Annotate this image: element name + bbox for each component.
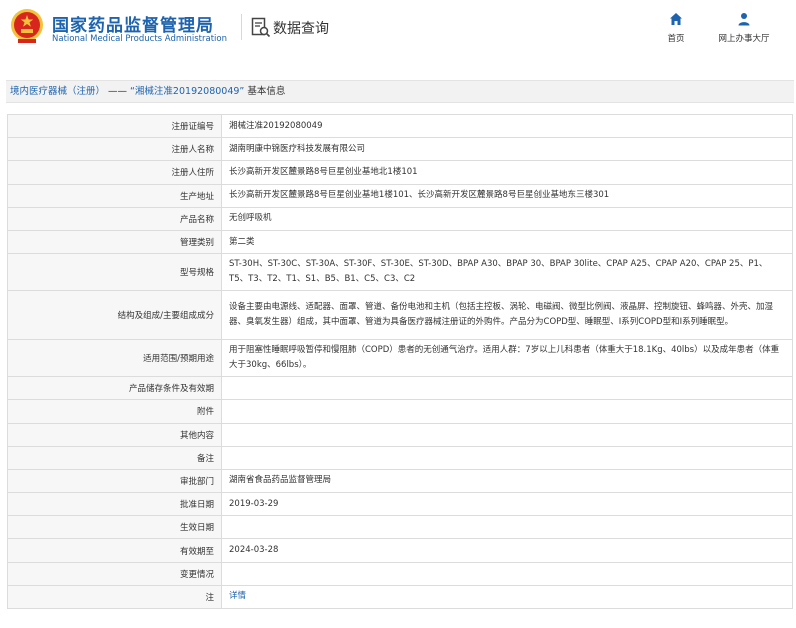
breadcrumb: 境内医疗器械（注册） —— “湘械注准20192080049” 基本信息: [6, 80, 794, 103]
field-label: 附件: [7, 399, 222, 424]
table-row: 生效日期: [7, 515, 793, 540]
field-value: 第二类: [221, 229, 793, 255]
home-icon: [670, 13, 682, 25]
field-value: [221, 399, 793, 424]
table-row: 结构及组成/主要组成成分 设备主要由电源线、适配器、面罩、管道、备份电池和主机（包…: [7, 290, 793, 341]
table-row: 注册证编号 湘械注准20192080049: [7, 113, 793, 139]
field-value: 设备主要由电源线、适配器、面罩、管道、备份电池和主机（包括主控板、涡轮、电磁阀、…: [221, 290, 793, 341]
table-row: 注册人名称 湖南明康中锦医疗科技发展有限公司: [7, 137, 793, 162]
header-divider: [241, 14, 242, 40]
field-label: 备注: [7, 445, 222, 470]
nav-home-label: 首页: [667, 34, 685, 44]
field-value: 2024-03-28: [221, 538, 793, 563]
field-value: [221, 561, 793, 586]
field-label: 生产地址: [7, 183, 222, 208]
field-label: 型号规格: [7, 253, 222, 292]
table-row: 注详情: [7, 584, 793, 610]
field-value: [221, 515, 793, 540]
nav-home[interactable]: 首页: [662, 12, 690, 44]
field-value: ST-30H、ST-30C、ST-30A、ST-30F、ST-30E、ST-30…: [221, 253, 793, 292]
field-label: 产品储存条件及有效期: [7, 376, 222, 401]
table-row: 变更情况: [7, 561, 793, 586]
site-header: 国家药品监督管理局 National Medical Products Admi…: [0, 0, 796, 66]
table-row: 适用范围/预期用途 用于阻塞性睡眠呼吸暂停和慢阻肺（COPD）患者的无创通气治疗。…: [7, 339, 793, 378]
field-label: 批准日期: [7, 492, 222, 517]
table-row: 附件: [7, 399, 793, 424]
field-label: 审批部门: [7, 468, 222, 494]
field-label: 有效期至: [7, 538, 222, 563]
field-value: 长沙高新开发区麓景路8号巨星创业基地北1楼101: [221, 160, 793, 185]
field-label: 生效日期: [7, 515, 222, 540]
breadcrumb-suffix: 基本信息: [247, 86, 286, 97]
table-row: 备注: [7, 445, 793, 470]
field-value: [221, 422, 793, 447]
field-label: 结构及组成/主要组成成分: [7, 290, 222, 341]
nav-online-office-label: 网上办事大厅: [718, 34, 770, 44]
table-row: 有效期至 2024-03-28: [7, 538, 793, 563]
registration-info-table: 注册证编号 湘械注准20192080049 注册人名称 湖南明康中锦医疗科技发展有限…: [7, 113, 793, 610]
table-row: 审批部门 湖南省食品药品监督管理局: [7, 468, 793, 494]
table-row: 其他内容: [7, 422, 793, 447]
field-value: [221, 445, 793, 470]
table-row: 产品储存条件及有效期: [7, 376, 793, 401]
field-label: 注册证编号: [7, 113, 222, 139]
table-row: 生产地址 长沙高新开发区麓景路8号巨星创业基地1楼101、长沙高新开发区麓景路8号…: [7, 183, 793, 208]
document-search-icon: [251, 17, 271, 38]
breadcrumb-section[interactable]: 境内医疗器械（注册）: [10, 86, 105, 97]
field-label: 变更情况: [7, 561, 222, 586]
field-value: 长沙高新开发区麓景路8号巨星创业基地1楼101、长沙高新开发区麓景路8号巨星创业…: [221, 183, 793, 208]
table-row: 批准日期 2019-03-29: [7, 492, 793, 517]
field-label: 产品名称: [7, 206, 222, 231]
table-row: 注册人住所 长沙高新开发区麓景路8号巨星创业基地北1楼101: [7, 160, 793, 185]
field-value: 用于阻塞性睡眠呼吸暂停和慢阻肺（COPD）患者的无创通气治疗。适用人群：7岁以上…: [221, 339, 793, 378]
field-label: 注册人名称: [7, 137, 222, 162]
field-label: 注: [7, 584, 222, 610]
field-value: 2019-03-29: [221, 492, 793, 517]
details-link[interactable]: 详情: [229, 591, 246, 601]
page-section-title: 数据查询: [273, 21, 329, 37]
site-title: 国家药品监督管理局: [52, 16, 214, 36]
breadcrumb-record: “湘械注准20192080049”: [130, 86, 245, 97]
field-value: 无创呼吸机: [221, 206, 793, 231]
field-value: 湖南省食品药品监督管理局: [221, 468, 793, 494]
national-emblem-icon: [11, 9, 43, 43]
breadcrumb-separator: ——: [108, 86, 128, 97]
table-row: 管理类别 第二类: [7, 229, 793, 255]
field-value: [221, 376, 793, 401]
field-label: 其他内容: [7, 422, 222, 447]
field-value: 湘械注准20192080049: [221, 113, 793, 139]
table-row: 型号规格 ST-30H、ST-30C、ST-30A、ST-30F、ST-30E、S…: [7, 253, 793, 292]
user-icon: [738, 13, 750, 26]
site-title-english: National Medical Products Administration: [52, 34, 227, 44]
table-row: 产品名称 无创呼吸机: [7, 206, 793, 231]
field-value: 湖南明康中锦医疗科技发展有限公司: [221, 137, 793, 162]
nav-online-office[interactable]: 网上办事大厅: [712, 12, 776, 44]
field-label: 管理类别: [7, 229, 222, 255]
field-label: 注册人住所: [7, 160, 222, 185]
field-label: 适用范围/预期用途: [7, 339, 222, 378]
